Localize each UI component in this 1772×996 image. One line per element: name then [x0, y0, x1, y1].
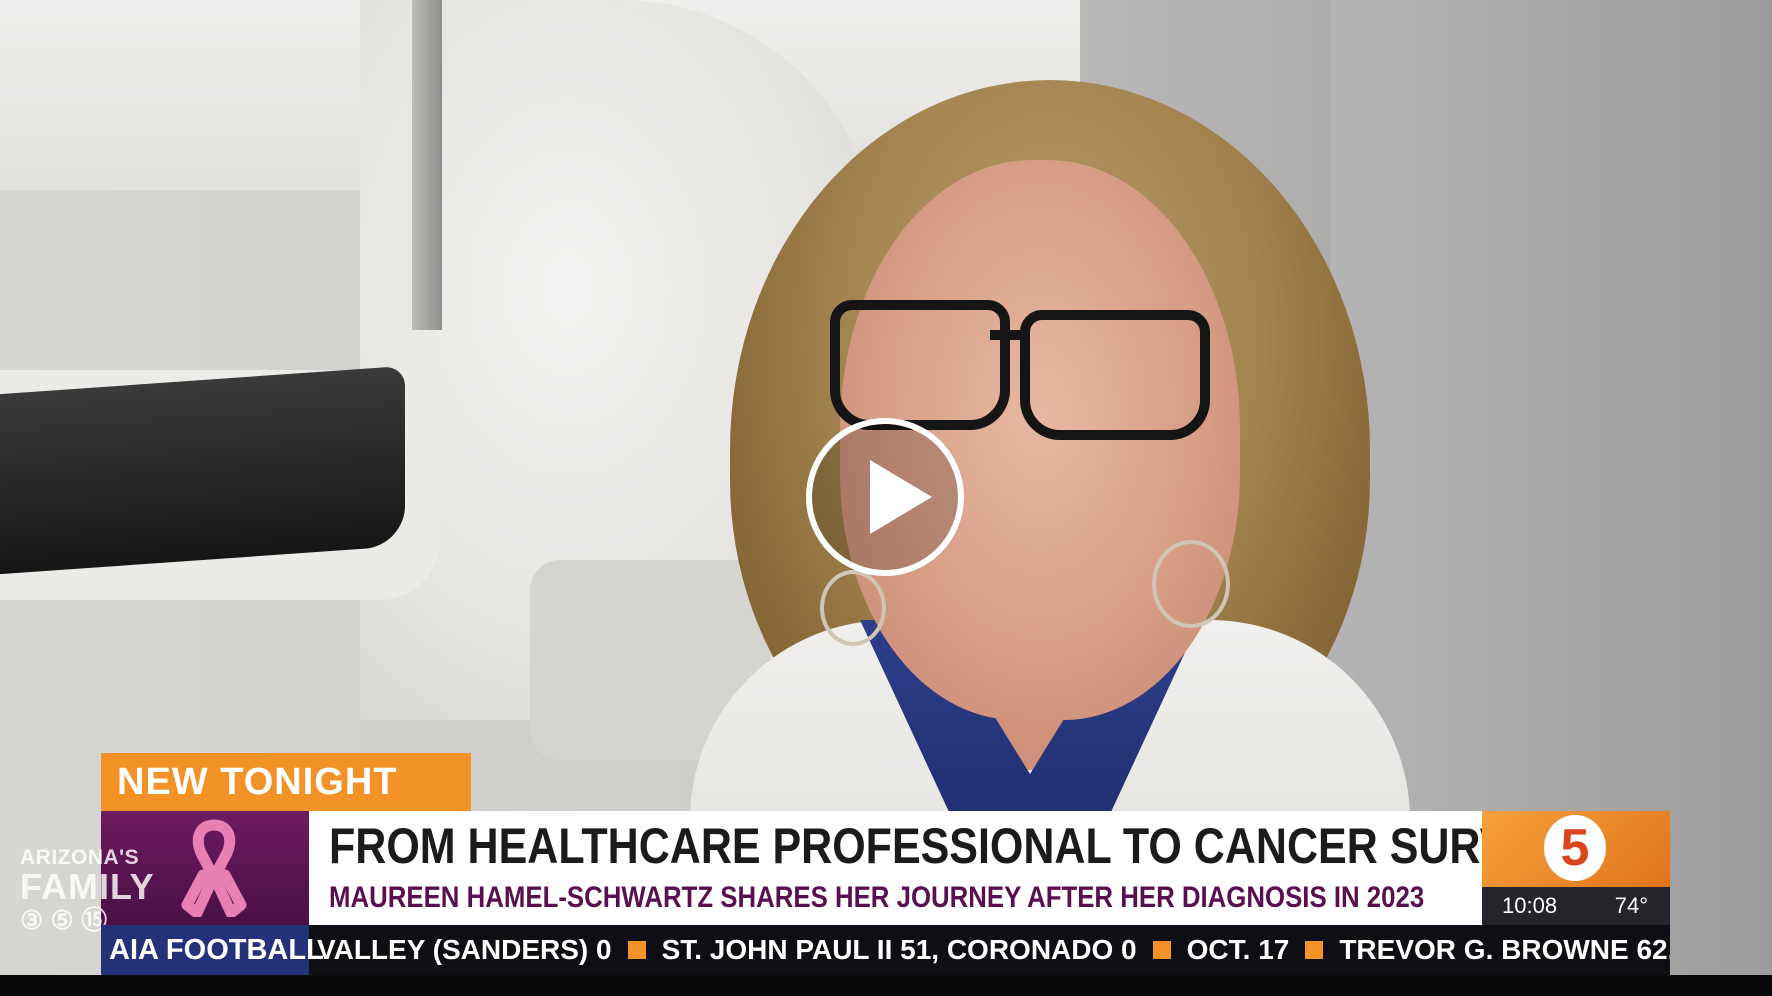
clock: 10:08 [1502, 893, 1558, 918]
ticker-item: VALLEY (SANDERS) 0 [317, 934, 612, 965]
ticker-item: OCT. 17 [1186, 934, 1290, 965]
earring-left [820, 570, 886, 646]
headline-box: FROM HEALTHCARE PROFESSIONAL TO CANCER S… [309, 811, 1614, 925]
headline: FROM HEALTHCARE PROFESSIONAL TO CANCER S… [329, 818, 1614, 874]
video-frame[interactable]: NEW TONIGHT ARIZONA'S FAMILY ③ ⑤ ⑮ FROM … [0, 0, 1772, 996]
bottom-bar [0, 975, 1772, 996]
ticker-track: VALLEY (SANDERS) 0 ST. JOHN PAUL II 51, C… [317, 925, 1670, 975]
ticker-item: ST. JOHN PAUL II 51, CORONADO 0 [661, 934, 1137, 965]
glasses-right-lens [1020, 310, 1210, 440]
play-button[interactable] [806, 418, 964, 576]
new-tonight-badge: NEW TONIGHT [101, 753, 471, 811]
glasses-left-lens [830, 300, 1010, 430]
ticker-separator-icon [627, 940, 646, 959]
watermark-line2: FAMILY [20, 866, 155, 907]
news-ticker: AIA FOOTBALL VALLEY (SANDERS) 0 ST. JOHN … [101, 925, 1670, 975]
time-temp-box: 10:08 74° [1482, 887, 1670, 925]
glasses-bridge [990, 330, 1030, 340]
channel-5-logo: 5 [1544, 815, 1606, 881]
ticker-separator-icon [1152, 940, 1171, 959]
temperature: 74° [1614, 893, 1648, 918]
ticker-label: AIA FOOTBALL [101, 925, 324, 975]
play-icon [870, 460, 932, 534]
ticker-separator-icon [1305, 940, 1324, 959]
station-logo: 5 [1482, 811, 1670, 887]
earring-right [1152, 540, 1230, 628]
subheadline: MAUREEN HAMEL-SCHWARTZ SHARES HER JOURNE… [329, 881, 1425, 914]
mammography-post [412, 0, 442, 330]
ticker-item: TREVOR G. BROWNE 62, [1339, 934, 1670, 965]
mammography-paddle [0, 365, 405, 575]
